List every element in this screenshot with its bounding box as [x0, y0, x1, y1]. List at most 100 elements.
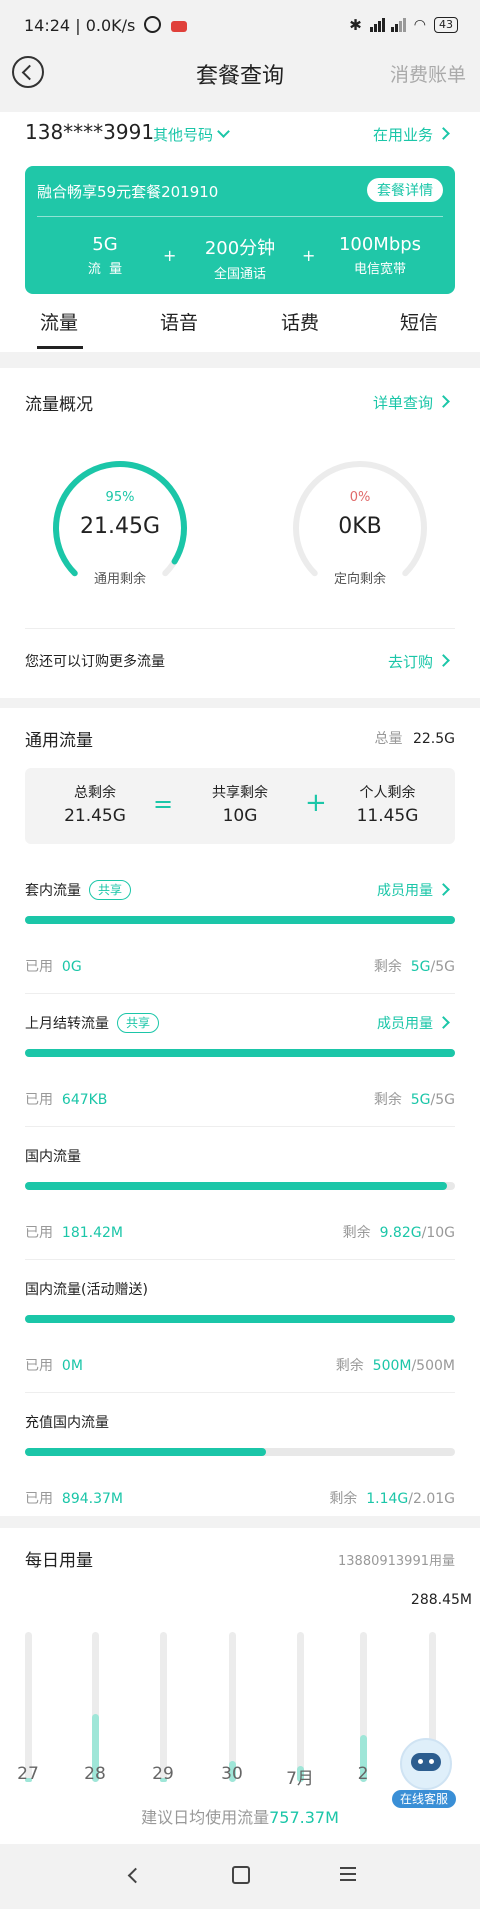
day-bar	[92, 1632, 99, 1782]
remain-value: 5G	[410, 1092, 431, 1108]
usage-bar	[25, 1315, 455, 1323]
order-traffic-label: 去订购	[387, 653, 433, 671]
total-value: 22.5G	[412, 731, 455, 747]
remain-value: 500M	[372, 1358, 412, 1374]
plan-item-value: 5G	[92, 234, 118, 255]
daily-title: 每日用量	[25, 1551, 93, 1571]
nav-menu-icon[interactable]	[340, 1867, 356, 1881]
day-label: 7月	[286, 1769, 314, 1789]
summary-personal-label: 个人剩余	[359, 785, 416, 801]
chevron-right-icon	[437, 1015, 450, 1029]
plan-item-label: 全国通话	[213, 267, 266, 282]
status-bar: 14:24 | 0.0K/s ✱ ◠ 43	[0, 0, 480, 54]
day-bar	[229, 1632, 236, 1782]
shared-badge: 共享	[117, 1013, 160, 1033]
tab-voice[interactable]: 语音	[160, 308, 198, 335]
detail-query-link[interactable]: 详单查询	[373, 392, 450, 413]
summary-shared-value: 10G	[222, 806, 258, 826]
suggest-value: 757.37M	[269, 1808, 339, 1827]
status-speed: 0.0K/s	[85, 16, 136, 35]
other-number-selector[interactable]: 其他号码	[153, 124, 230, 145]
wifi-icon: ◠	[413, 17, 426, 33]
remain-value: 5G	[410, 959, 431, 975]
directed-label: 定向剩余	[333, 572, 386, 587]
usage-bar	[25, 1049, 455, 1057]
member-usage-label: 成员用量	[377, 1016, 433, 1032]
service-robot-icon	[400, 1738, 452, 1790]
remaining-summary: 总剩余 21.45G = 共享剩余 10G + 个人剩余 11.45G	[25, 768, 455, 844]
day-label: 29	[152, 1764, 174, 1784]
used-label: 已用	[25, 1092, 53, 1108]
summary-total-label: 总剩余	[74, 785, 116, 801]
member-usage-link[interactable]: 成员用量	[377, 1013, 450, 1033]
tab-traffic[interactable]: 流量	[40, 308, 78, 335]
plus-sign: +	[163, 246, 177, 265]
suggest-text: 建议日均使用流量	[141, 1808, 270, 1827]
package-traffic-item: 套内流量 共享	[25, 880, 132, 900]
phone-number: 138****3991	[25, 120, 155, 144]
remain-label: 剩余	[335, 1358, 364, 1374]
total-value: /5G	[430, 1092, 455, 1108]
signal-2-icon	[390, 18, 406, 32]
carryover-traffic-item: 上月结转流量 共享	[25, 1013, 160, 1033]
summary-total-value: 21.45G	[64, 806, 126, 826]
plan-item-label: 流 量	[87, 262, 123, 277]
day-label: 30	[221, 1764, 243, 1784]
signal-icon	[369, 18, 385, 32]
plan-detail-button[interactable]: 套餐详情	[367, 178, 443, 202]
item-name: 上月结转流量	[25, 1016, 109, 1032]
used-value: 647KB	[61, 1092, 108, 1108]
day-label: 28	[84, 1764, 106, 1784]
directed-percent: 0%	[349, 490, 371, 505]
tab-sms[interactable]: 短信	[400, 308, 438, 335]
remain-value: 1.14G	[366, 1491, 409, 1507]
plan-item-value: 200分钟	[204, 238, 276, 259]
day-bar	[360, 1632, 367, 1782]
summary-shared-label: 共享剩余	[212, 785, 268, 801]
consumption-bill-link[interactable]: 消费账单	[390, 60, 466, 87]
plan-item-label: 电信宽带	[353, 262, 406, 277]
used-value: 894.37M	[61, 1491, 123, 1507]
daily-phone-label: 13880913991用量	[338, 1554, 455, 1569]
online-service-button[interactable]: 在线客服	[392, 1738, 456, 1816]
plan-item-data: 5G 流 量	[45, 234, 165, 277]
account-card: 138****3991 其他号码 在用业务 融合畅享59元套餐201910 套餐…	[0, 112, 480, 352]
usage-bar	[25, 1448, 455, 1456]
usage-bar-fill	[25, 1182, 448, 1190]
day-bar	[160, 1632, 167, 1782]
item-name: 套内流量	[25, 883, 81, 899]
member-usage-label: 成员用量	[377, 883, 433, 899]
tab-bill[interactable]: 话费	[281, 308, 319, 335]
summary-personal-value: 11.45G	[356, 806, 419, 826]
nav-back-icon[interactable]	[127, 1867, 144, 1884]
remain-label: 剩余	[373, 1092, 402, 1108]
system-nav-bar	[0, 1844, 480, 1909]
status-time: 14:24	[24, 16, 71, 35]
chevron-right-icon	[437, 654, 450, 667]
business-link[interactable]: 在用业务	[372, 124, 450, 145]
used-label: 已用	[25, 959, 53, 975]
used-label: 已用	[25, 1491, 53, 1507]
domestic-gift-traffic-item: 国内流量(活动赠送)	[25, 1282, 148, 1298]
usage-bar-fill	[25, 1448, 266, 1456]
online-service-label: 在线客服	[392, 1790, 456, 1808]
plan-name: 融合畅享59元套餐201910	[37, 183, 219, 201]
shared-badge: 共享	[89, 880, 132, 900]
general-label: 通用剩余	[93, 572, 146, 587]
app-notification-icon	[170, 21, 187, 32]
usage-bar-fill	[25, 1315, 455, 1323]
used-label: 已用	[25, 1225, 53, 1241]
daily-usage-card: 每日用量 13880913991用量 288.45M 272829307月2天 …	[0, 1528, 480, 1844]
plan-item-broadband: 100Mbps 电信宽带	[315, 234, 445, 277]
equals-sign: =	[153, 790, 174, 818]
member-usage-link[interactable]: 成员用量	[377, 880, 450, 900]
order-traffic-link[interactable]: 去订购	[387, 651, 450, 672]
remain-label: 剩余	[373, 959, 402, 975]
usage-bar	[25, 916, 455, 924]
business-link-label: 在用业务	[372, 126, 433, 144]
chevron-right-icon	[437, 882, 450, 896]
nav-home-icon[interactable]	[232, 1866, 250, 1884]
chevron-right-icon	[437, 395, 450, 408]
domestic-traffic-item: 国内流量	[25, 1149, 81, 1165]
total-value: /500M	[411, 1358, 455, 1374]
